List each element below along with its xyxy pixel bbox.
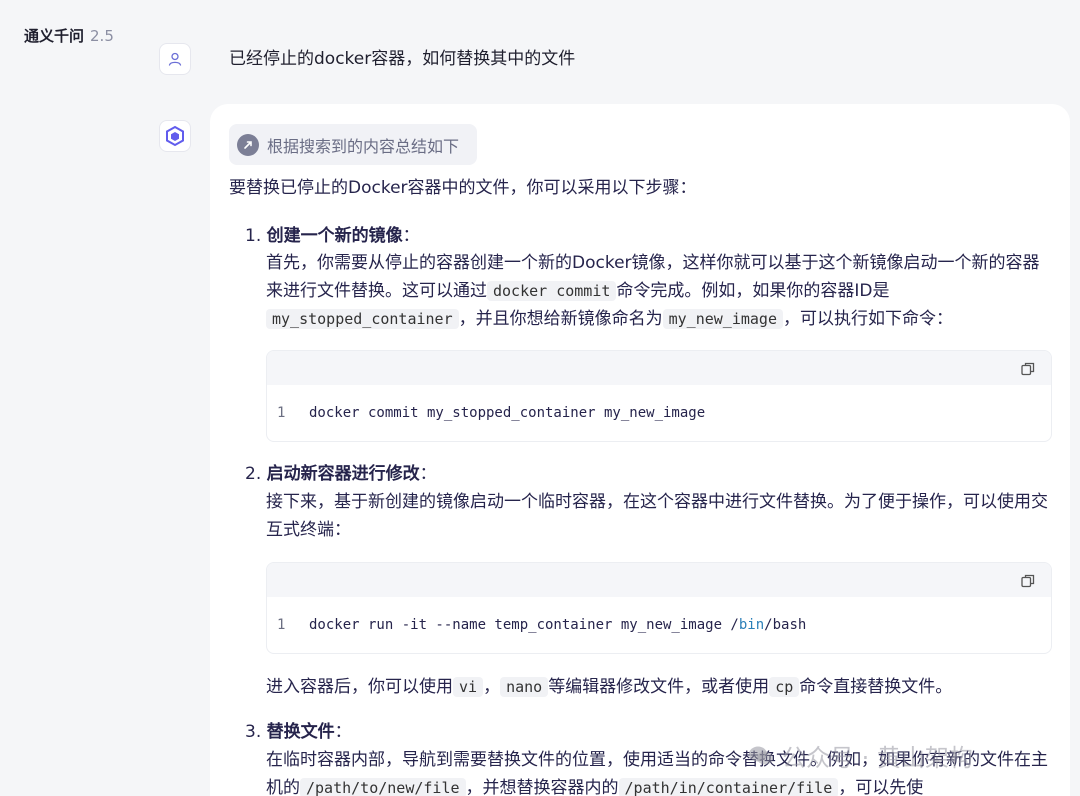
- watermark: 公众号 · 黄山架构: [748, 738, 973, 773]
- step-2-paragraph: 接下来，基于新创建的镜像启动一个临时容器，在这个容器中进行文件替换。为了便于操作…: [266, 492, 1048, 540]
- paragraph-text: ，可以执行如下命令：: [783, 309, 953, 329]
- step-colon: ：: [419, 464, 437, 484]
- step-2-followup: 进入容器后，你可以使用 vi， nano 等编辑器修改文件，或者使用 cp 命令直接替换文…: [266, 673, 1056, 701]
- inline-code: vi: [453, 677, 484, 697]
- paragraph-text: ，: [483, 677, 501, 697]
- copy-icon[interactable]: [1019, 572, 1037, 590]
- code-text: docker commit my_stopped_container my_ne…: [309, 405, 706, 421]
- code-token: bin: [738, 617, 765, 633]
- user-icon: [168, 52, 182, 66]
- search-source-icon: [237, 133, 259, 156]
- step-number: 1.: [245, 226, 262, 246]
- step-3-heading: 3. 替换文件：: [245, 718, 352, 746]
- line-number: 1: [277, 405, 286, 421]
- step-1-heading: 1. 创建一个新的镜像：: [245, 222, 420, 250]
- paragraph-text: ，可以先使: [838, 778, 924, 796]
- step-title: 替换文件: [266, 722, 335, 742]
- assistant-avatar: [159, 120, 191, 152]
- code-line: 1 docker run -it --name temp_container m…: [267, 597, 1051, 653]
- watermark-text: 公众号 · 黄山架构: [782, 744, 973, 772]
- user-avatar: [159, 43, 191, 75]
- step-number: 3.: [245, 722, 262, 742]
- brand[interactable]: 通义千问 2.5: [24, 25, 114, 46]
- paragraph-text: 等编辑器修改文件，或者使用: [548, 677, 770, 697]
- inline-code: nano: [500, 677, 549, 697]
- answer-card: 根据搜索到的内容总结如下 要替换已停止的Docker容器中的文件，你可以采用以下…: [210, 104, 1070, 796]
- code-block-1: 1 docker commit my_stopped_container my_…: [266, 350, 1052, 442]
- answer-intro: 要替换已停止的Docker容器中的文件，你可以采用以下步骤：: [229, 178, 697, 198]
- code-text: docker run -it --name temp_container my_…: [309, 617, 806, 633]
- paragraph-text: 进入容器后，你可以使用: [266, 677, 453, 697]
- code-block-2: 1 docker run -it --name temp_container m…: [266, 562, 1052, 654]
- app-name: 通义千问: [24, 27, 85, 45]
- code-token: /bash: [764, 617, 807, 633]
- search-summary-pill[interactable]: 根据搜索到的内容总结如下: [229, 124, 478, 165]
- search-summary-label: 根据搜索到的内容总结如下: [267, 136, 460, 156]
- code-block-header: [267, 563, 1051, 597]
- paragraph-text: 命令完成。例如，如果你的容器ID是: [616, 281, 890, 301]
- inline-code: /path/to/new/file: [300, 778, 466, 796]
- wechat-icon: [749, 746, 773, 764]
- code-line: 1 docker commit my_stopped_container my_…: [267, 385, 1051, 441]
- app-version: 2.5: [90, 27, 114, 45]
- step-title: 启动新容器进行修改: [266, 464, 420, 484]
- inline-code: my_new_image: [662, 309, 783, 329]
- step-colon: ：: [334, 722, 352, 742]
- tongyi-logo-icon: [166, 125, 184, 147]
- step-number: 2.: [245, 464, 262, 484]
- inline-code: /path/in/container/file: [618, 778, 839, 796]
- paragraph-text: ，并想替换容器内的: [465, 778, 619, 796]
- inline-code: cp: [769, 677, 800, 697]
- line-number: 1: [277, 617, 286, 633]
- step-title: 创建一个新的镜像: [266, 226, 403, 246]
- code-block-header: [267, 351, 1051, 385]
- copy-icon[interactable]: [1019, 360, 1037, 378]
- inline-code: docker commit: [487, 281, 617, 301]
- chat-page: 通义千问 2.5 已经停止的docker容器，如何替换其中的文件 根据搜索到的内…: [0, 0, 1080, 796]
- step-colon: ：: [402, 226, 420, 246]
- step-2-heading: 2. 启动新容器进行修改：: [245, 460, 437, 488]
- step-1-paragraph: 首先，你需要从停止的容器创建一个新的Docker镜像，这样你就可以基于这个新镜像…: [266, 249, 1056, 333]
- user-question: 已经停止的docker容器，如何替换其中的文件: [229, 49, 576, 69]
- inline-code: my_stopped_container: [266, 309, 459, 329]
- paragraph-text: 命令直接替换文件。: [799, 677, 953, 697]
- paragraph-text: ，并且你想给新镜像命名为: [458, 309, 663, 329]
- code-token: docker run -it --name temp_container my_…: [309, 617, 739, 633]
